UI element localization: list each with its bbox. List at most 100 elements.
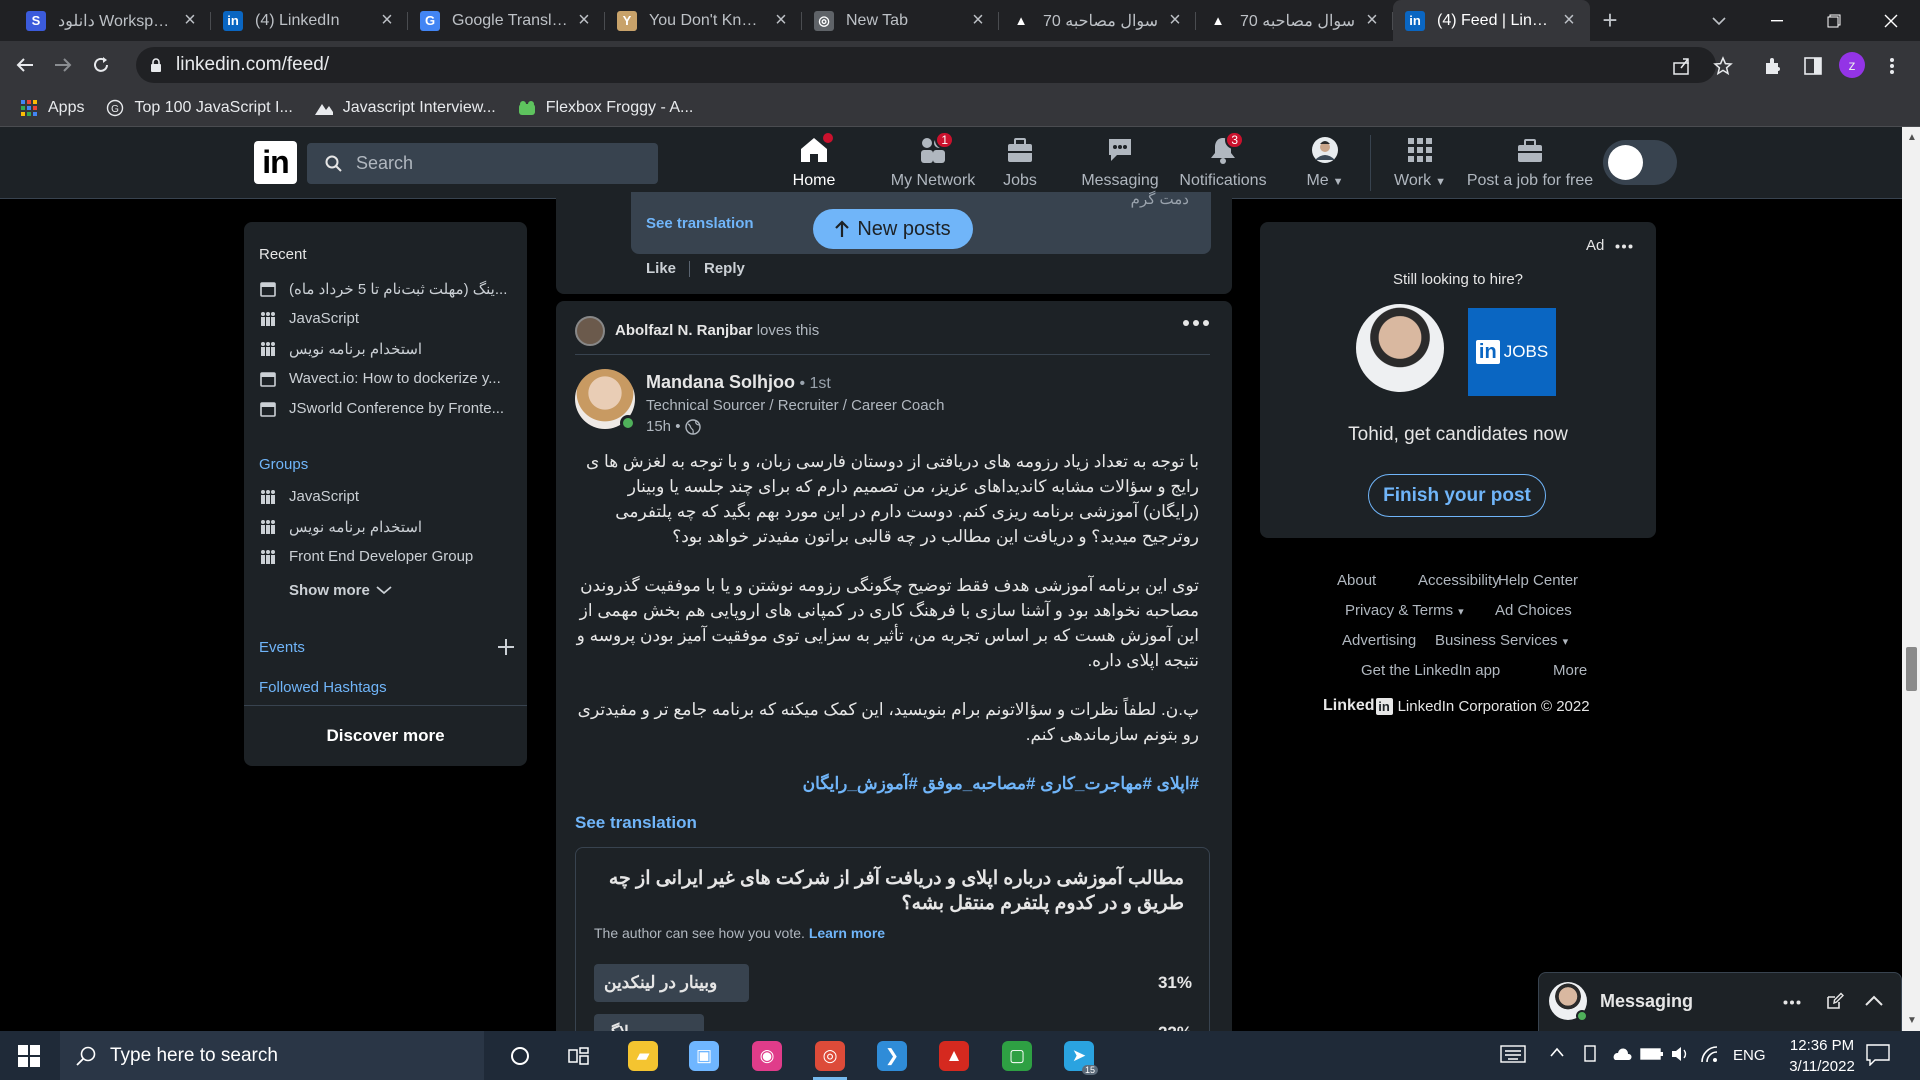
comment-reply-button[interactable]: Reply	[704, 260, 745, 277]
close-tab-icon[interactable]: ×	[969, 9, 987, 32]
share-icon[interactable]	[1668, 52, 1696, 80]
footer-link[interactable]: More	[1553, 662, 1587, 679]
computer-icon[interactable]: ▣	[675, 1031, 733, 1080]
search-input[interactable]: Search	[307, 143, 658, 184]
sidebar-item[interactable]: JSworld Conference by Fronte...	[259, 400, 521, 417]
messaging-overlay[interactable]: Messaging	[1538, 972, 1902, 1031]
tab-search-icon[interactable]	[1690, 0, 1747, 41]
bookmark-star-icon[interactable]	[1709, 52, 1737, 80]
bookmark-item[interactable]: G Top 100 JavaScript I...	[106, 99, 293, 117]
sidebar-item[interactable]: استخدام برنامه نویس	[259, 518, 521, 536]
back-button[interactable]	[7, 47, 43, 83]
bookmark-item[interactable]: Apps	[20, 99, 84, 117]
page-scrollbar[interactable]: ▲ ▼	[1902, 127, 1920, 1031]
clock[interactable]: 12:36 PM 3/11/2022	[1780, 1035, 1864, 1077]
ad-menu-icon[interactable]	[1615, 244, 1633, 249]
footer-link[interactable]: Accessibility	[1418, 572, 1500, 589]
address-bar[interactable]: linkedin.com/feed/	[136, 47, 1716, 83]
poll-option[interactable]: وبینار در لینکدین 31%	[594, 964, 1192, 1002]
comment-like-button[interactable]: Like	[646, 260, 676, 277]
onedrive-icon[interactable]	[1610, 1047, 1632, 1061]
actor-avatar[interactable]	[575, 316, 605, 346]
bookmark-item[interactable]: Flexbox Froggy - A...	[518, 99, 693, 117]
discover-more-button[interactable]: Discover more	[244, 705, 527, 766]
groups-heading[interactable]: Groups	[259, 456, 308, 473]
close-tab-icon[interactable]: ×	[378, 9, 396, 32]
notification-center-icon[interactable]	[1866, 1044, 1890, 1066]
bookmark-item[interactable]: Javascript Interview...	[314, 99, 496, 117]
close-tab-icon[interactable]: ×	[1560, 9, 1578, 32]
messaging-menu-icon[interactable]	[1783, 1000, 1801, 1005]
linkedin-logo[interactable]: in	[254, 141, 297, 184]
vscode-icon[interactable]: ❯	[863, 1031, 921, 1080]
browser-tab[interactable]: in (4) Feed | LinkedIn ×	[1393, 0, 1590, 41]
post-see-translation[interactable]: See translation	[575, 813, 697, 833]
browser-tab[interactable]: ▲ 70 سوال مصاحبه ×	[999, 0, 1196, 41]
reload-button[interactable]	[83, 47, 119, 83]
footer-link[interactable]: Get the LinkedIn app	[1361, 662, 1500, 679]
add-event-icon[interactable]	[497, 638, 515, 656]
windows-start-icon[interactable]	[0, 1031, 58, 1080]
compose-icon[interactable]	[1826, 992, 1844, 1010]
close-window-button[interactable]	[1862, 0, 1919, 41]
forward-button[interactable]	[45, 47, 81, 83]
nav-my-network[interactable]: 1 My Network	[874, 131, 992, 199]
camtasia-icon[interactable]: ▢	[988, 1031, 1046, 1080]
language-indicator[interactable]: ENG	[1733, 1047, 1766, 1064]
battery-icon[interactable]	[1640, 1047, 1664, 1061]
browser-tab[interactable]: in (4) LinkedIn ×	[211, 0, 408, 41]
restore-button[interactable]	[1805, 0, 1862, 41]
close-tab-icon[interactable]: ×	[575, 9, 593, 32]
scroll-up-icon[interactable]: ▲	[1907, 132, 1917, 143]
nav-work[interactable]: Work ▼	[1390, 133, 1450, 199]
acrobat-icon[interactable]: ▲	[925, 1031, 983, 1080]
sidebar-item[interactable]: Front End Developer Group	[259, 548, 521, 565]
cortana-icon[interactable]	[491, 1031, 549, 1080]
sidebar-item[interactable]: JavaScript	[259, 488, 521, 505]
footer-link[interactable]: About	[1337, 572, 1376, 589]
finish-post-button[interactable]: Finish your post	[1368, 474, 1546, 517]
footer-link[interactable]: Ad Choices	[1495, 602, 1572, 619]
author-name[interactable]: Mandana Solhjoo	[646, 372, 795, 392]
scroll-down-icon[interactable]: ▼	[1907, 1015, 1917, 1026]
followed-hashtags-link[interactable]: Followed Hashtags	[259, 679, 387, 696]
post-hashtags[interactable]: #اپلای #مهاجرت_کاری #مصاحبه_موفق #آموزش_…	[575, 771, 1199, 796]
footer-link[interactable]: Help Center	[1498, 572, 1578, 589]
footer-link[interactable]: Advertising	[1342, 632, 1416, 649]
footer-link[interactable]: Business Services ▾	[1435, 632, 1568, 649]
volume-icon[interactable]	[1670, 1045, 1690, 1063]
nav-jobs[interactable]: Jobs	[985, 133, 1055, 199]
close-tab-icon[interactable]: ×	[1166, 9, 1184, 32]
nav-post-a-job-for-free[interactable]: Post a job for free	[1467, 133, 1593, 199]
scrollbar-thumb[interactable]	[1906, 647, 1917, 691]
sidebar-item[interactable]: JavaScript	[259, 310, 521, 327]
chevron-up-icon[interactable]	[1865, 995, 1883, 1006]
new-tab-button[interactable]: +	[1590, 0, 1630, 41]
browser-tab[interactable]: ▲ 70 سوال مصاحبه ×	[1196, 0, 1393, 41]
sidebar-item[interactable]: ینگ (مهلت ثبت‌نام تا 5 خرداد ماه)...	[259, 280, 521, 298]
task-view-icon[interactable]	[550, 1031, 608, 1080]
browser-tab[interactable]: Y You Don't Know J ×	[605, 0, 802, 41]
app-pink-icon[interactable]: ◉	[738, 1031, 796, 1080]
actor-name[interactable]: Abolfazl N. Ranjbar	[615, 322, 753, 339]
sidebar-item[interactable]: استخدام برنامه نویس	[259, 340, 521, 358]
chrome-icon[interactable]: ◎	[801, 1031, 859, 1080]
keyboard-icon[interactable]	[1500, 1045, 1526, 1063]
theme-toggle[interactable]	[1603, 140, 1677, 185]
minimize-button[interactable]	[1748, 0, 1805, 41]
events-link[interactable]: Events	[259, 639, 305, 656]
nav-me[interactable]: Me ▼	[1302, 133, 1348, 199]
browser-menu-icon[interactable]	[1878, 52, 1906, 80]
side-panel-icon[interactable]	[1799, 52, 1827, 80]
new-posts-button[interactable]: New posts	[813, 209, 973, 249]
extensions-icon[interactable]	[1759, 52, 1787, 80]
comment-see-translation[interactable]: See translation	[646, 215, 754, 232]
close-tab-icon[interactable]: ×	[1363, 9, 1381, 32]
nav-notifications[interactable]: 3 Notifications	[1176, 131, 1270, 199]
footer-link[interactable]: Privacy & Terms ▾	[1345, 602, 1464, 619]
sidebar-item[interactable]: Wavect.io: How to dockerize y...	[259, 370, 521, 387]
poll-learn-more[interactable]: Learn more	[809, 925, 885, 941]
file-explorer-icon[interactable]: ▰	[614, 1031, 672, 1080]
post-menu-icon[interactable]	[1182, 319, 1210, 327]
browser-tab[interactable]: G Google Translate ×	[408, 0, 605, 41]
